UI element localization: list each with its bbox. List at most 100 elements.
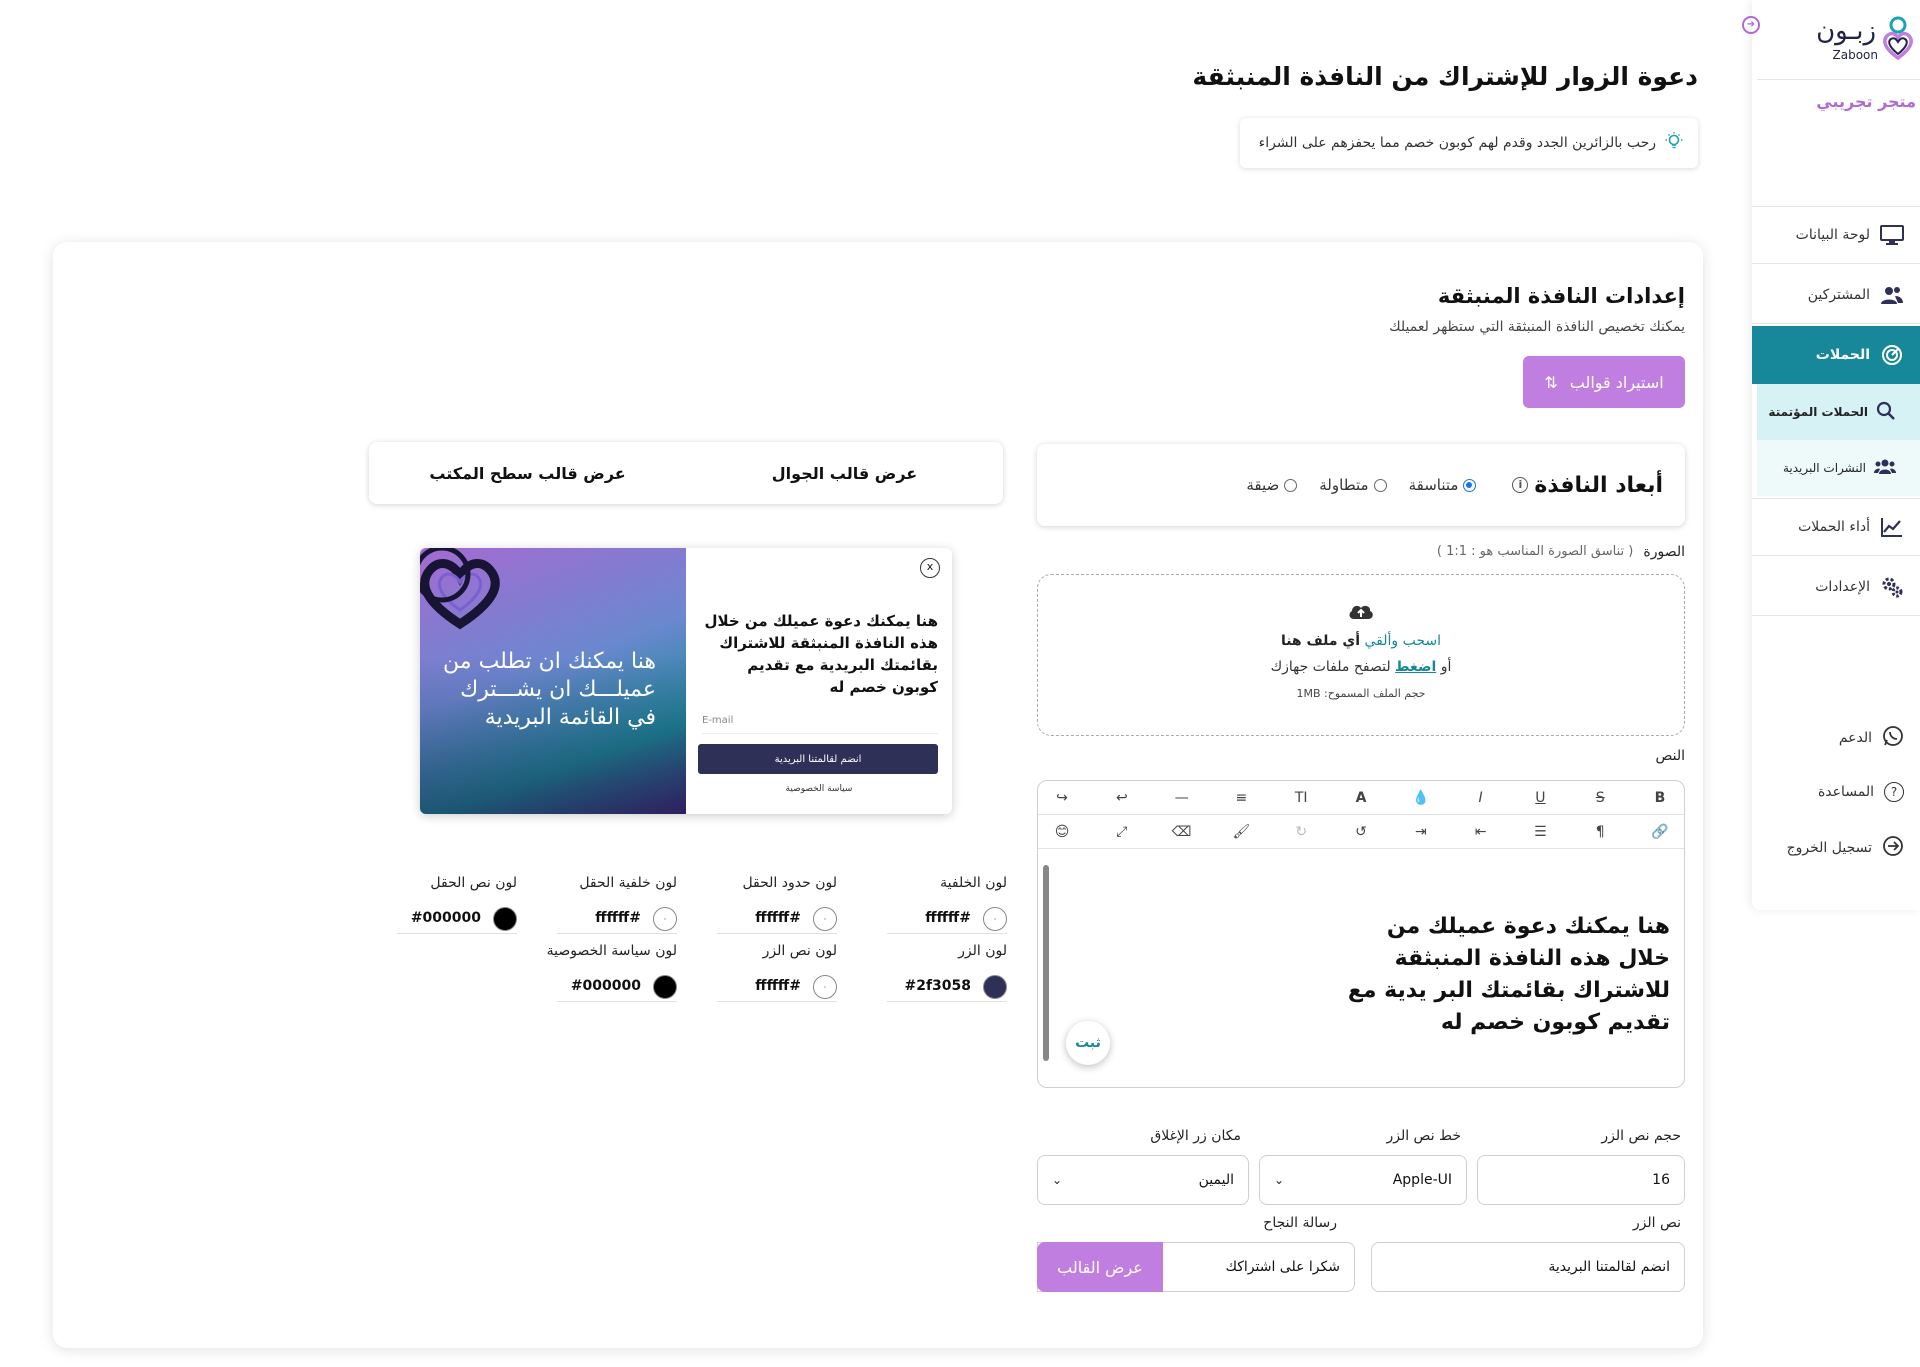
redo-button[interactable]: ↪ [1050, 790, 1074, 806]
button-color-label: لون الزر [958, 943, 1007, 959]
sidebar-item-performance[interactable]: أداء الحملات [1752, 498, 1920, 556]
rotate-right-button[interactable]: ↻ [1289, 824, 1313, 840]
list-button[interactable]: ☰ [1528, 824, 1552, 840]
logo-subtitle: Zaboon [1832, 48, 1878, 62]
sidebar-item-label: المساعدة [1817, 784, 1874, 800]
button-text-color-field[interactable]: · ffffff# [717, 972, 837, 1002]
cloud-upload-icon [1347, 601, 1375, 625]
close-position-value: اليمين [1198, 1172, 1234, 1188]
store-name[interactable]: متجر تجريبي [1816, 92, 1916, 111]
field-text-color-field[interactable]: #000000 [397, 904, 517, 934]
font-size-input[interactable]: 16 [1477, 1155, 1685, 1205]
paragraph-button[interactable]: ¶ [1588, 824, 1612, 840]
rich-text-editor[interactable]: B S U I 💧 A TI ≡ — ↩ ↪ 🔗 ¶ ☰ ⇤ ⇥ ↺ ↻ 🖌 ⌫… [1037, 780, 1685, 1088]
radio-button[interactable] [1373, 478, 1387, 492]
dimension-option-label: ضيقة [1246, 476, 1280, 494]
horizontal-rule-button[interactable]: — [1170, 790, 1194, 806]
color-swatch[interactable]: · [813, 907, 837, 931]
editor-content[interactable]: هنا يمكنك دعوة عميلك من خلال هذه النافذة… [1330, 911, 1670, 1039]
fullscreen-button[interactable]: ⤢ [1110, 824, 1134, 840]
highlight-color-button[interactable]: 💧 [1409, 790, 1433, 806]
editor-scrollbar[interactable] [1042, 853, 1050, 1079]
bg-color-field[interactable]: · ffffff# [887, 904, 1007, 934]
sidebar-item-support[interactable]: الدعم [1752, 722, 1920, 754]
underline-button[interactable]: U [1528, 790, 1552, 806]
preview-template-button[interactable]: عرض القالب [1037, 1242, 1163, 1292]
sidebar-item-campaigns[interactable]: الحملات [1752, 326, 1920, 384]
browse-link[interactable]: اضغط [1395, 659, 1436, 675]
sidebar-item-label: المشتركين [1807, 286, 1870, 303]
color-swatch[interactable] [653, 975, 677, 999]
radio-button[interactable] [1463, 478, 1477, 492]
image-dropzone[interactable]: اسحب وألقي أي ملف هنا أو اضغط لتصفح ملفا… [1037, 574, 1685, 736]
gears-icon [1880, 575, 1904, 599]
mobile-view-button[interactable]: عرض قالب الجوال [686, 442, 1003, 504]
dimension-option-tall[interactable]: متطاولة [1319, 476, 1387, 494]
emoji-button[interactable]: 😊 [1050, 824, 1074, 840]
color-swatch[interactable] [493, 907, 517, 931]
sidebar-item-logout[interactable]: تسجيل الخروج [1752, 832, 1920, 864]
import-templates-button[interactable]: ⇅ استيراد قوالب [1523, 356, 1685, 408]
field-border-color-field[interactable]: · ffffff# [717, 904, 837, 934]
italic-button[interactable]: I [1469, 790, 1493, 806]
sidebar-item-settings[interactable]: الإعدادات [1752, 558, 1920, 616]
align-button[interactable]: ≡ [1229, 790, 1253, 806]
image-label-text: الصورة [1643, 544, 1685, 560]
bg-color-label: لون الخلفية [940, 875, 1007, 891]
radio-button[interactable] [1284, 478, 1298, 492]
privacy-color-field[interactable]: #000000 [557, 972, 677, 1002]
logout-icon [1882, 835, 1904, 861]
privacy-policy-link[interactable]: سياسة الخصوصية [686, 784, 952, 794]
format-painter-button[interactable]: 🖌 [1229, 824, 1253, 840]
clear-format-button[interactable]: ⌫ [1170, 824, 1194, 840]
editor-toolbar-row-2: 🔗 ¶ ☰ ⇤ ⇥ ↺ ↻ 🖌 ⌫ ⤢ 😊 [1038, 815, 1684, 849]
dropzone-browse-text: لتصفح ملفات جهازك [1270, 659, 1391, 675]
font-color-button[interactable]: A [1349, 790, 1373, 806]
popup-email-input[interactable]: E-mail [702, 708, 938, 734]
pin-button[interactable]: ثبت [1066, 1021, 1110, 1065]
sidebar-subitem-automated[interactable]: الحملات المؤتمتة [1757, 384, 1920, 440]
outdent-button[interactable]: ⇤ [1469, 824, 1493, 840]
privacy-color-label: لون سياسة الخصوصية [546, 943, 677, 959]
dimensions-title: أبعاد النافذة i [1512, 473, 1663, 498]
desktop-view-button[interactable]: عرض قالب سطح المكتب [369, 442, 686, 504]
color-swatch[interactable] [983, 975, 1007, 999]
rotate-left-button[interactable]: ↺ [1349, 824, 1373, 840]
link-button[interactable]: 🔗 [1648, 824, 1672, 840]
sidebar-item-help[interactable]: المساعدة ? [1752, 776, 1920, 808]
bold-button[interactable]: B [1648, 790, 1672, 806]
sidebar-item-label: الحملات [1815, 347, 1870, 363]
scrollbar-thumb[interactable] [1043, 865, 1049, 1061]
indent-button[interactable]: ⇥ [1409, 824, 1433, 840]
close-position-select[interactable]: اليمين ⌄ [1037, 1155, 1249, 1205]
undo-button[interactable]: ↩ [1110, 790, 1134, 806]
field-bg-color-label: لون خلفية الحقل [579, 875, 677, 891]
font-size-button[interactable]: TI [1289, 790, 1313, 806]
monitor-icon [1880, 223, 1904, 247]
divider [1757, 79, 1920, 80]
collapse-sidebar-icon[interactable]: ➜ [1742, 16, 1760, 34]
popup-text: هنا يمكنك دعوة عميلك من خلال هذه النافذة… [704, 612, 939, 696]
sidebar-item-dashboard[interactable]: لوحة البيانات [1752, 206, 1920, 264]
dimension-option-balanced[interactable]: متناسقة [1409, 476, 1477, 494]
sidebar-item-subscribers[interactable]: المشتركين [1752, 266, 1920, 324]
strikethrough-button[interactable]: S [1588, 790, 1612, 806]
group-icon [1874, 458, 1896, 479]
dimension-option-label: متطاولة [1319, 476, 1369, 494]
dimension-option-narrow[interactable]: ضيقة [1246, 476, 1298, 494]
color-swatch[interactable]: · [983, 907, 1007, 931]
color-hex: #000000 [410, 910, 481, 926]
color-swatch[interactable]: · [653, 907, 677, 931]
font-family-value: Apple-UI [1392, 1172, 1452, 1188]
font-family-select[interactable]: Apple-UI ⌄ [1259, 1155, 1467, 1205]
popup-close-icon[interactable]: x [920, 558, 940, 578]
info-icon[interactable]: i [1512, 477, 1529, 493]
sidebar-subitem-newsletters[interactable]: النشرات البريدية [1757, 440, 1920, 496]
field-bg-color-field[interactable]: · ffffff# [557, 904, 677, 934]
popup-join-button[interactable]: انضم لقالمتنا البريدية [698, 744, 938, 774]
button-color-field[interactable]: #2f3058 [887, 972, 1007, 1002]
button-text-input[interactable]: انضم لقالمتنا البريدية [1371, 1242, 1685, 1292]
color-swatch[interactable]: · [813, 975, 837, 999]
dimension-option-label: متناسقة [1408, 476, 1459, 494]
whatsapp-icon [1882, 725, 1904, 751]
